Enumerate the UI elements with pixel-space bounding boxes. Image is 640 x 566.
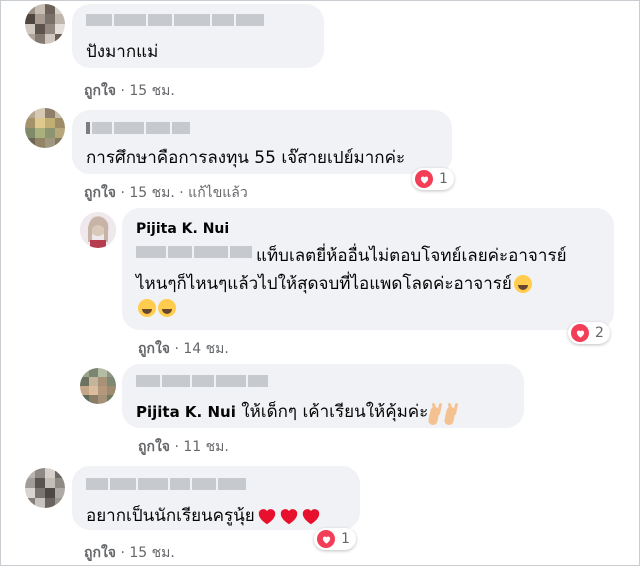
red-heart-emoji-icon (280, 509, 297, 525)
avatar[interactable] (25, 108, 65, 148)
like-button[interactable]: ถูกใจ (84, 185, 116, 201)
comment-actions: ถูกใจ · 15 ชม. (84, 83, 175, 99)
comment-actions: ถูกใจ · 15 ชม. · แก้ไขแล้ว (84, 185, 248, 201)
rolling-laughing-emoji-icon (138, 299, 156, 317)
red-heart-emoji-icon (258, 509, 275, 525)
timestamp[interactable]: 15 ชม. (129, 545, 174, 561)
victory-hand-emoji-icon (448, 403, 460, 421)
timestamp[interactable]: 14 ชม. (183, 341, 228, 357)
heart-reaction-icon (415, 170, 433, 188)
timestamp[interactable]: 15 ชม. (129, 185, 174, 201)
avatar[interactable] (25, 4, 65, 44)
heart-reaction-icon (571, 324, 589, 342)
timestamp[interactable]: 15 ชม. (129, 83, 174, 99)
reply-text-line1: แท็บเลตยี่ห้ออื่นไม่ตอบโจทย์เลยค่ะอาจารย… (256, 246, 567, 266)
blurred-author-name[interactable] (86, 14, 264, 26)
reaction-count[interactable]: 2 (568, 322, 610, 344)
timestamp[interactable]: 11 ชม. (183, 439, 228, 455)
like-button[interactable]: ถูกใจ (138, 341, 170, 357)
author-name[interactable]: Pijita K. Nui (136, 221, 229, 237)
reply-bubble: Pijita K. Nui ให้เด็กๆ เค้าเรียนให้คุ้มค… (122, 364, 524, 428)
victory-hand-emoji-icon (432, 403, 444, 421)
blurred-author-name[interactable] (86, 122, 190, 134)
comment-actions: ถูกใจ · 11 ชม. (138, 439, 229, 455)
rolling-laughing-emoji-icon (158, 299, 176, 317)
reaction-count[interactable]: 1 (314, 528, 356, 550)
comment-bubble: ปังมากแม่ (72, 4, 324, 68)
blurred-tagged-name[interactable] (136, 246, 252, 258)
comment-text: อยากเป็นนักเรียนครูนุ้ย (86, 502, 321, 529)
avatar[interactable] (80, 212, 116, 248)
like-button[interactable]: ถูกใจ (84, 545, 116, 561)
like-button[interactable]: ถูกใจ (138, 439, 170, 455)
heart-reaction-icon (317, 530, 335, 548)
avatar[interactable] (25, 468, 65, 508)
reply-text-line2: ไหนๆก็ไหนๆแล้วไปให้สุดจบที่ไอแพดโลดค่ะอา… (136, 270, 532, 297)
rolling-laughing-emoji-icon (513, 275, 532, 293)
edited-label[interactable]: แก้ไขแล้ว (188, 185, 248, 201)
reply-bubble: Pijita K. Nui แท็บเลตยี่ห้ออื่นไม่ตอบโจท… (122, 208, 614, 330)
like-button[interactable]: ถูกใจ (84, 83, 116, 99)
red-heart-emoji-icon (302, 509, 319, 525)
avatar[interactable] (80, 368, 116, 404)
comment-actions: ถูกใจ · 14 ชม. (138, 341, 229, 357)
blurred-author-name[interactable] (136, 375, 268, 387)
comment-actions: ถูกใจ · 15 ชม. (84, 545, 175, 561)
reply-text: Pijita K. Nui ให้เด็กๆ เค้าเรียนให้คุ้มค… (136, 398, 460, 425)
reply-emoji-line (136, 298, 176, 318)
blurred-author-name[interactable] (86, 478, 246, 490)
tagged-user[interactable]: Pijita K. Nui (136, 403, 236, 421)
comment-text: การศึกษาคือการลงทุน 55 เจ๊สายเปย์มากค่ะ (86, 148, 406, 168)
comment-bubble: การศึกษาคือการลงทุน 55 เจ๊สายเปย์มากค่ะ (72, 110, 452, 174)
reaction-count[interactable]: 1 (412, 168, 454, 190)
comment-text: ปังมากแม่ (86, 42, 159, 62)
comment-bubble: อยากเป็นนักเรียนครูนุ้ย (72, 466, 360, 530)
